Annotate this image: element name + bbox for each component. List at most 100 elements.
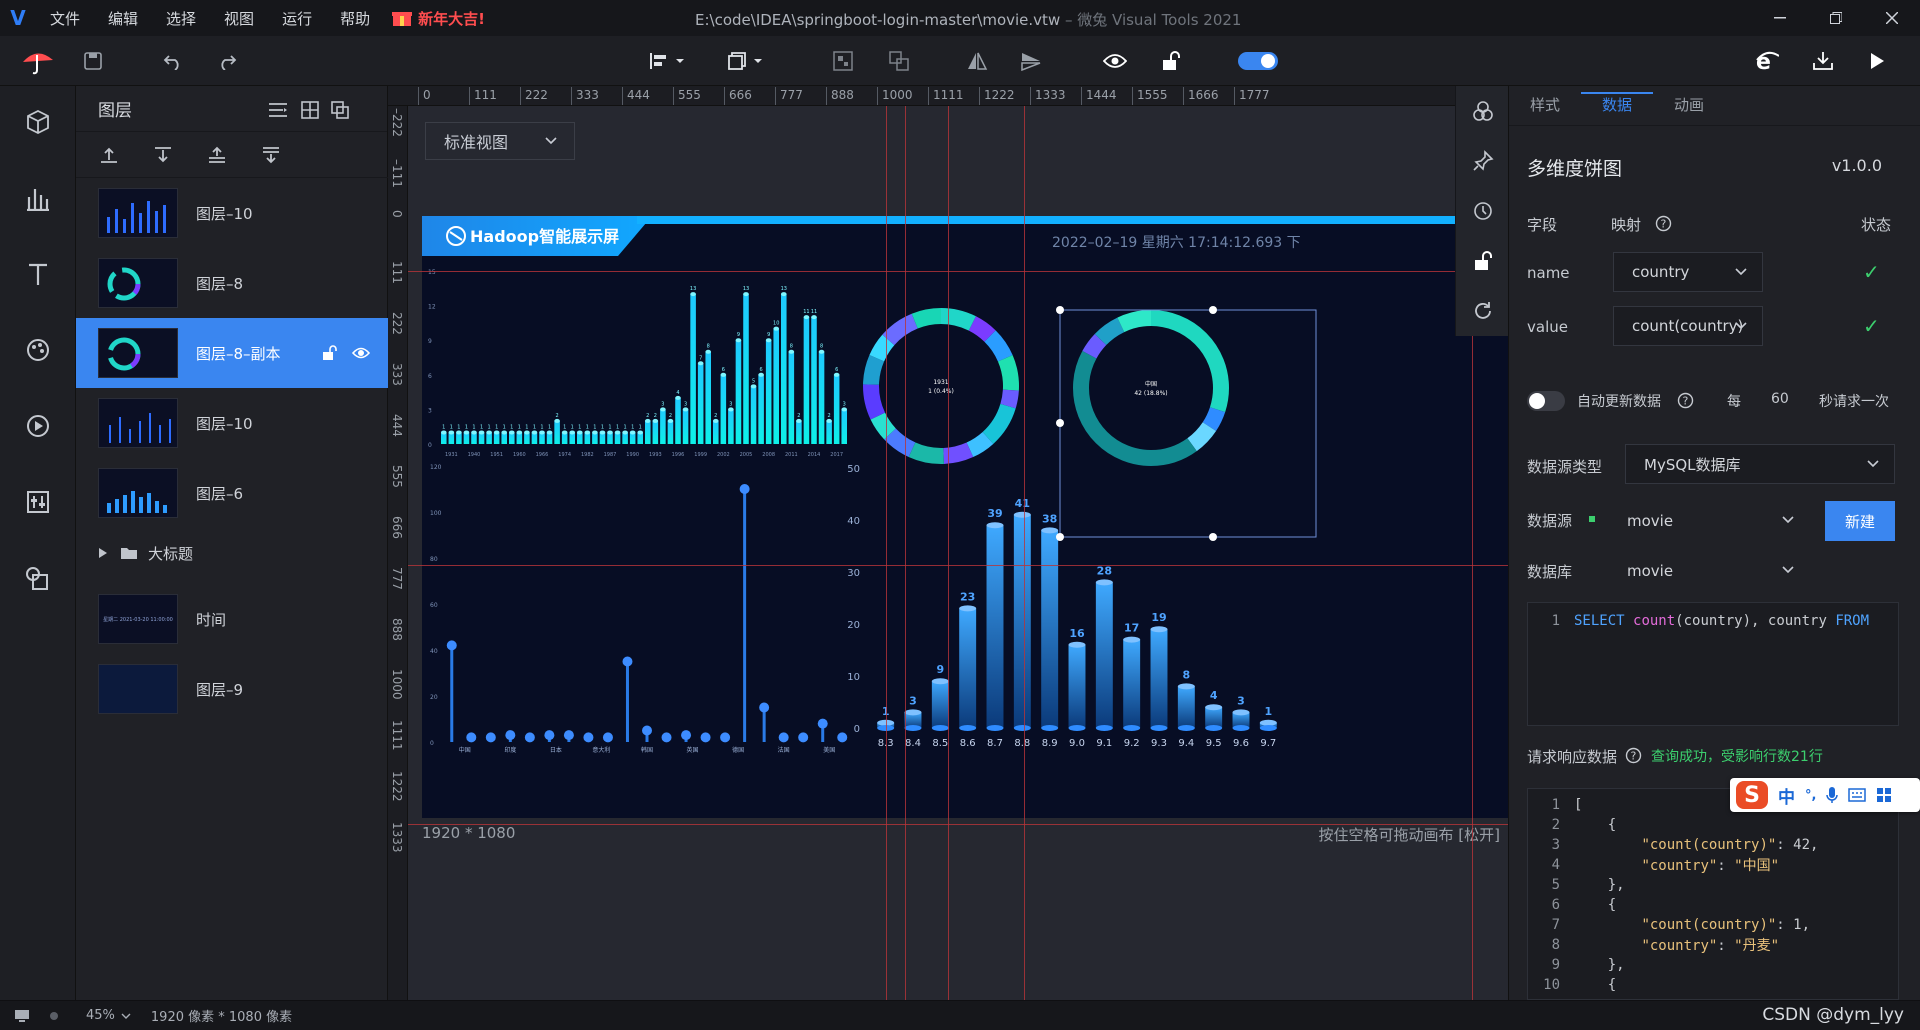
- field-name-mapping-select[interactable]: country: [1613, 252, 1763, 292]
- media-play-icon[interactable]: [22, 410, 54, 442]
- copy-layer-icon[interactable]: [328, 98, 352, 122]
- arrange-dropdown-icon[interactable]: [724, 46, 768, 76]
- minimize-button[interactable]: [1752, 0, 1808, 36]
- guide-line[interactable]: [905, 106, 906, 1000]
- menu-file[interactable]: 文件: [36, 8, 94, 29]
- monitor-icon[interactable]: [14, 1009, 30, 1023]
- new-source-button[interactable]: 新建: [1825, 501, 1895, 541]
- flip-horizontal-icon[interactable]: [962, 46, 992, 76]
- menu-help[interactable]: 帮助: [326, 8, 384, 29]
- x-tick-label: 1974: [558, 452, 571, 458]
- send-to-back-icon[interactable]: [258, 143, 284, 167]
- database-select[interactable]: movie: [1609, 551, 1809, 591]
- list-icon[interactable]: [266, 98, 290, 122]
- zoom-level[interactable]: 45%: [86, 1008, 115, 1023]
- flip-vertical-icon[interactable]: [1016, 46, 1046, 76]
- help-icon[interactable]: ?: [1677, 392, 1694, 409]
- bar-chart-icon[interactable]: [22, 182, 54, 214]
- source-select[interactable]: movie: [1609, 501, 1809, 541]
- layers-stack-icon[interactable]: [1470, 98, 1496, 124]
- history-icon[interactable]: [1470, 198, 1496, 224]
- text-icon[interactable]: [22, 258, 54, 290]
- dashboard-stage[interactable]: Hadoop智能展示屏 2022–02–19 星期六 17:14:12.693 …: [422, 216, 1508, 818]
- microphone-icon[interactable]: [1826, 786, 1839, 804]
- menu-select[interactable]: 选择: [152, 8, 210, 29]
- apps-grid-icon[interactable]: [1876, 787, 1892, 803]
- layer-group[interactable]: 大标题: [76, 528, 388, 578]
- guide-line[interactable]: [408, 565, 1508, 566]
- unlock-icon[interactable]: [1156, 46, 1186, 76]
- ime-language[interactable]: 中: [1778, 783, 1795, 808]
- tab-animation[interactable]: 动画: [1653, 94, 1725, 125]
- bar-value-label: 1: [593, 424, 596, 430]
- chevron-down-icon[interactable]: [121, 1011, 131, 1021]
- lollipop-point: [446, 640, 457, 651]
- layer-item[interactable]: 图层–10: [76, 178, 388, 248]
- cube-icon[interactable]: [22, 106, 54, 138]
- sql-editor[interactable]: 1 SELECT count(country), country FROM: [1527, 602, 1899, 726]
- ime-punctuation[interactable]: °,: [1805, 788, 1816, 803]
- response-json-viewer[interactable]: 1[2 {3 "count(country)": 42, 4 "country":…: [1527, 788, 1899, 1000]
- snap-toggle[interactable]: [1236, 46, 1280, 76]
- palette-icon[interactable]: [22, 334, 54, 366]
- keyboard-icon[interactable]: [1848, 788, 1867, 802]
- preview-eye-icon[interactable]: [1100, 46, 1130, 76]
- field-value-mapping-select[interactable]: count(country): [1613, 306, 1763, 346]
- run-icon[interactable]: [1862, 46, 1892, 76]
- json-text: {: [1574, 977, 1617, 993]
- menu-run[interactable]: 运行: [268, 8, 326, 29]
- refresh-icon[interactable]: [1470, 298, 1496, 324]
- tab-data[interactable]: 数据: [1581, 92, 1653, 125]
- pin-icon[interactable]: [1470, 148, 1496, 174]
- bar-base: [931, 725, 949, 731]
- bring-forward-icon[interactable]: [96, 143, 122, 167]
- bar-value-label: 1: [548, 424, 551, 430]
- group-icon[interactable]: [828, 46, 858, 76]
- y-tick-label: 30: [847, 568, 860, 579]
- tab-style[interactable]: 样式: [1509, 94, 1581, 125]
- guide-line[interactable]: [1024, 106, 1025, 1000]
- lollipop-point: [524, 732, 535, 743]
- layer-item-selected[interactable]: 图层–8–副本: [76, 318, 388, 388]
- expand-caret-icon[interactable]: [98, 547, 108, 559]
- controls-icon[interactable]: [22, 486, 54, 518]
- promo-banner[interactable]: 新年大吉!: [392, 8, 485, 29]
- export-icon[interactable]: [1808, 46, 1838, 76]
- dashboard-title: Hadoop智能展示屏: [470, 227, 619, 246]
- restore-button[interactable]: [1808, 0, 1864, 36]
- layer-item[interactable]: 图层–10: [76, 388, 388, 458]
- redo-icon[interactable]: [212, 46, 242, 76]
- undo-icon[interactable]: [158, 46, 188, 76]
- layer-item[interactable]: 图层–8: [76, 248, 388, 318]
- layer-unlock-icon[interactable]: [322, 345, 338, 361]
- auto-update-toggle[interactable]: [1527, 391, 1565, 411]
- align-dropdown-icon[interactable]: [646, 46, 690, 76]
- ime-toolbar[interactable]: S 中 °,: [1730, 778, 1920, 812]
- dashboard-datetime: 2022–02–19 星期六 17:14:12.693 下: [1052, 235, 1301, 251]
- guide-line[interactable]: [948, 106, 949, 1000]
- layer-item[interactable]: 图层–6: [76, 458, 388, 528]
- menu-view[interactable]: 视图: [210, 8, 268, 29]
- view-mode-select[interactable]: 标准视图: [425, 122, 575, 160]
- send-backward-icon[interactable]: [150, 143, 176, 167]
- ungroup-icon[interactable]: [884, 46, 914, 76]
- layer-item[interactable]: 星期二 2021-03-20 11:00:00 时间: [76, 584, 388, 654]
- lock-icon[interactable]: [1470, 248, 1496, 274]
- layer-item[interactable]: 图层–9: [76, 654, 388, 724]
- layer-visibility-eye-icon[interactable]: [352, 345, 370, 361]
- interval-input[interactable]: 60: [1771, 391, 1789, 407]
- source-type-select[interactable]: MySQL数据库: [1625, 444, 1895, 484]
- bring-to-front-icon[interactable]: [204, 143, 230, 167]
- save-icon[interactable]: [78, 46, 108, 76]
- menu-edit[interactable]: 编辑: [94, 8, 152, 29]
- browser-preview-icon[interactable]: e: [1752, 46, 1782, 76]
- help-icon[interactable]: ?: [1655, 215, 1672, 232]
- guide-line[interactable]: [886, 106, 887, 1000]
- grid-view-icon[interactable]: [298, 98, 322, 122]
- guide-line[interactable]: [408, 824, 1508, 825]
- canvas-area[interactable]: 0 111 222 333 444 555 666 777 888 1000 1111 1222 133…: [388, 86, 1508, 1000]
- close-button[interactable]: [1864, 0, 1920, 36]
- guide-line[interactable]: [408, 271, 1508, 272]
- shapes-icon[interactable]: [22, 562, 54, 594]
- help-icon[interactable]: ?: [1625, 747, 1642, 764]
